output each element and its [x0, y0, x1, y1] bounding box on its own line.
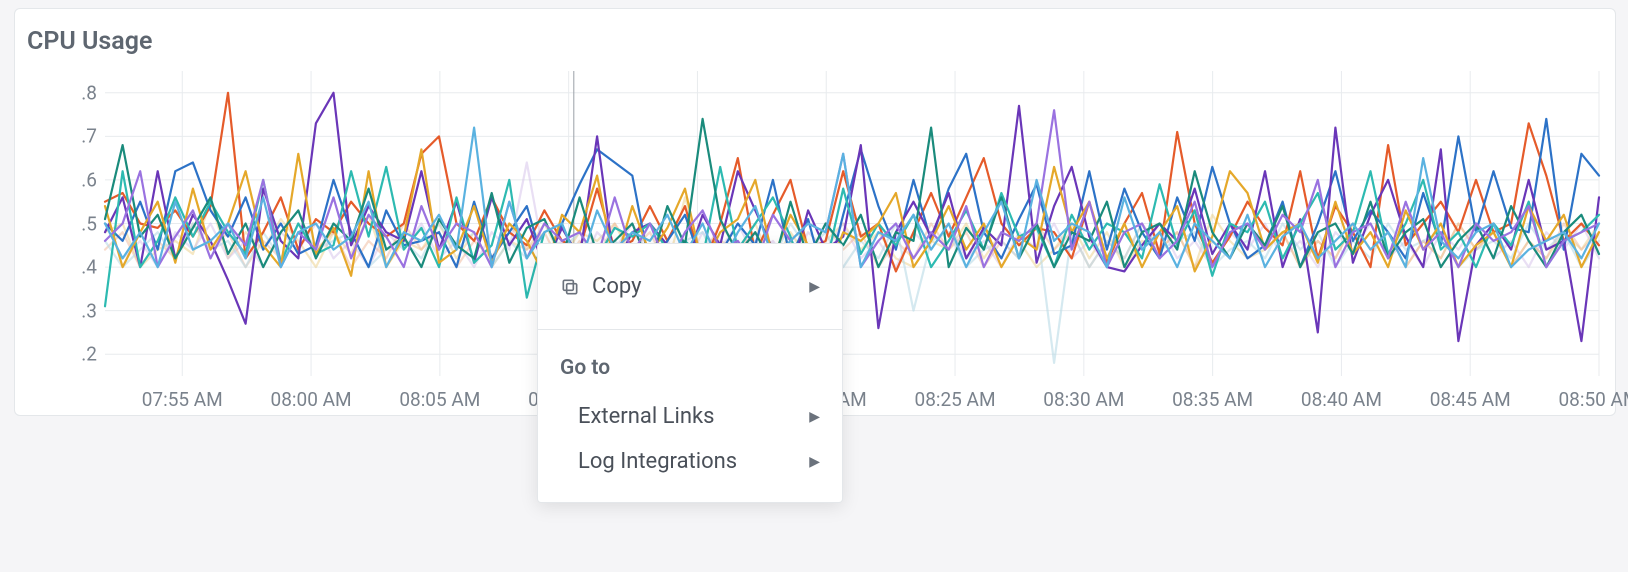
chevron-right-icon: ▶ [809, 279, 820, 295]
context-menu-item-copy[interactable]: Copy ▶ [538, 262, 842, 311]
chart-title: CPU Usage [27, 27, 152, 56]
context-menu-section-goto: Go to External Links ▶ Log Integrations … [538, 330, 842, 502]
x-tick-label: 08:35 AM [1172, 388, 1253, 411]
context-menu-item-log-integrations[interactable]: Log Integrations ▶ [538, 439, 842, 484]
context-menu-item-external-links-label: External Links [578, 404, 809, 429]
y-tick-label: .2 [81, 343, 97, 366]
context-menu-goto-header: Go to [538, 348, 842, 394]
context-menu-item-log-integrations-label: Log Integrations [578, 449, 809, 474]
y-tick-label: .6 [81, 168, 97, 191]
y-tick-label: .3 [81, 299, 97, 322]
context-menu-item-external-links[interactable]: External Links ▶ [538, 394, 842, 439]
y-tick-label: .5 [81, 212, 97, 235]
context-menu-section-copy: Copy ▶ [538, 244, 842, 330]
y-tick-label: .7 [81, 125, 97, 148]
copy-icon [560, 277, 592, 297]
chevron-right-icon: ▶ [809, 454, 820, 470]
x-tick-label: 08:40 AM [1301, 388, 1382, 411]
x-tick-label: 08:50 AM [1558, 388, 1628, 411]
context-menu: Copy ▶ Go to External Links ▶ Log Integr… [537, 243, 843, 503]
y-tick-label: .4 [81, 256, 97, 279]
x-tick-label: 08:30 AM [1043, 388, 1124, 411]
x-tick-label: 07:55 AM [142, 388, 223, 411]
x-tick-label: 08:00 AM [271, 388, 352, 411]
chart-svg[interactable] [105, 71, 1599, 376]
x-tick-label: 08:05 AM [399, 388, 480, 411]
x-tick-label: 08:25 AM [915, 388, 996, 411]
x-tick-label: 08:45 AM [1430, 388, 1511, 411]
context-menu-item-copy-label: Copy [592, 274, 809, 299]
y-tick-label: .8 [81, 81, 97, 104]
chevron-right-icon: ▶ [809, 409, 820, 425]
chart-plot-area[interactable]: .2.3.4.5.6.7.807:55 AM08:00 AM08:05 AM08… [105, 71, 1599, 376]
